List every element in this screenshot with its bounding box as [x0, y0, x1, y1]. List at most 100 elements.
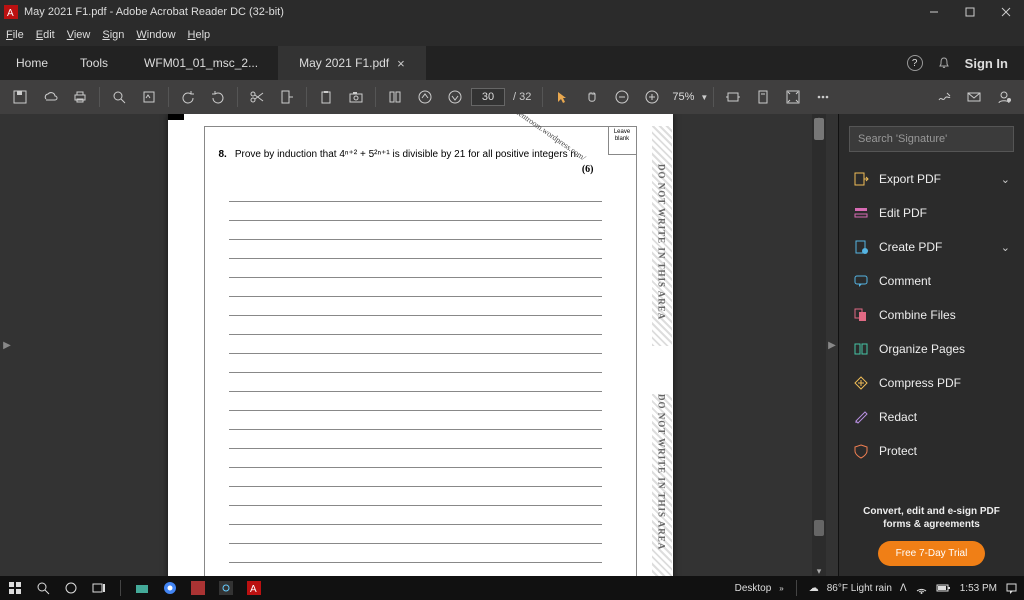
- tool-protect[interactable]: Protect: [839, 434, 1024, 468]
- sign-icon[interactable]: [930, 83, 958, 111]
- chevron-icon[interactable]: »: [779, 584, 783, 593]
- chrome-taskbar-icon[interactable]: [159, 577, 181, 599]
- app-taskbar-icon[interactable]: [215, 577, 237, 599]
- tool-export-pdf[interactable]: Export PDF ⌄: [839, 162, 1024, 196]
- page-total: / 32: [513, 91, 531, 103]
- menu-window[interactable]: Window: [136, 29, 175, 41]
- file-tab-2[interactable]: May 2021 F1.pdf ×: [279, 46, 426, 80]
- print-icon[interactable]: [66, 83, 94, 111]
- camera-icon[interactable]: [342, 83, 370, 111]
- undo-icon[interactable]: [174, 83, 202, 111]
- scrollbar-track[interactable]: ▴ ▾: [812, 114, 826, 576]
- file-tab-2-label: May 2021 F1.pdf: [299, 56, 389, 70]
- page-up-icon[interactable]: [411, 83, 439, 111]
- acrobat-taskbar-icon[interactable]: A: [243, 577, 265, 599]
- stamp-icon[interactable]: [135, 83, 163, 111]
- tool-comment[interactable]: Comment: [839, 264, 1024, 298]
- search-taskbar-icon[interactable]: [32, 577, 54, 599]
- page-break-icon[interactable]: [273, 83, 301, 111]
- scrollbar-thumb[interactable]: [814, 118, 824, 140]
- select-tool-icon[interactable]: [548, 83, 576, 111]
- organize-icon: [853, 341, 869, 357]
- save-icon[interactable]: [6, 83, 34, 111]
- cortana-icon[interactable]: [60, 577, 82, 599]
- search-icon[interactable]: [105, 83, 133, 111]
- wifi-icon[interactable]: [915, 582, 928, 595]
- page-down-icon[interactable]: [441, 83, 469, 111]
- search-input[interactable]: Search 'Signature': [849, 126, 1014, 152]
- start-icon[interactable]: [4, 577, 26, 599]
- answer-lines: [205, 175, 636, 576]
- weather-icon[interactable]: ☁: [809, 583, 819, 594]
- svg-text:A: A: [7, 8, 14, 19]
- share-icon[interactable]: [990, 83, 1018, 111]
- redact-icon: [853, 409, 869, 425]
- window-title: May 2021 F1.pdf - Adobe Acrobat Reader D…: [22, 6, 916, 18]
- cloud-icon[interactable]: [36, 83, 64, 111]
- combine-icon: [853, 307, 869, 323]
- menu-view[interactable]: View: [67, 29, 91, 41]
- pages-icon[interactable]: [381, 83, 409, 111]
- tool-label: Export PDF: [879, 172, 941, 186]
- envelope-icon[interactable]: [960, 83, 988, 111]
- task-view-icon[interactable]: [88, 577, 110, 599]
- scissors-icon[interactable]: [243, 83, 271, 111]
- zoom-in-icon[interactable]: [638, 83, 666, 111]
- close-tab-icon[interactable]: ×: [397, 56, 405, 71]
- export-pdf-icon: [853, 171, 869, 187]
- notification-icon[interactable]: [1005, 582, 1018, 595]
- do-not-write-label: DO NOT WRITE IN THIS AREA: [657, 394, 667, 550]
- clock[interactable]: 1:53 PM: [960, 583, 997, 594]
- maximize-button[interactable]: [952, 0, 988, 24]
- redo-icon[interactable]: [204, 83, 232, 111]
- tool-redact[interactable]: Redact: [839, 400, 1024, 434]
- workspace: ▶ DO NOT WRITE IN THIS AREA DO NOT WRITE…: [0, 114, 1024, 576]
- fit-width-icon[interactable]: [719, 83, 747, 111]
- tool-organize-pages[interactable]: Organize Pages: [839, 332, 1024, 366]
- do-not-write-label: DO NOT WRITE IN THIS AREA: [657, 164, 667, 320]
- tools-tab[interactable]: Tools: [64, 46, 124, 80]
- zoom-dropdown-icon[interactable]: ▼: [700, 93, 708, 102]
- right-panel-handle[interactable]: ▶: [826, 114, 838, 576]
- tool-compress-pdf[interactable]: Compress PDF: [839, 366, 1024, 400]
- page-number-input[interactable]: [471, 88, 505, 106]
- fullscreen-icon[interactable]: [779, 83, 807, 111]
- footer-text: Convert, edit and e-sign PDF forms & agr…: [849, 505, 1014, 531]
- desktop-toolbar[interactable]: Desktop: [735, 583, 772, 594]
- help-icon[interactable]: ?: [907, 55, 923, 71]
- zoom-out-icon[interactable]: [608, 83, 636, 111]
- home-tab[interactable]: Home: [0, 46, 64, 80]
- menu-sign[interactable]: Sign: [102, 29, 124, 41]
- minimize-button[interactable]: [916, 0, 952, 24]
- search-placeholder: Search 'Signature': [858, 133, 947, 145]
- menu-file[interactable]: File: [6, 29, 24, 41]
- clipboard-icon[interactable]: [312, 83, 340, 111]
- close-button[interactable]: [988, 0, 1024, 24]
- tool-edit-pdf[interactable]: Edit PDF: [839, 196, 1024, 230]
- scrollbar-thumb[interactable]: [814, 520, 824, 536]
- tray-chevron-icon[interactable]: ᐱ: [900, 583, 907, 594]
- scroll-down-icon[interactable]: ▾: [814, 566, 824, 576]
- free-trial-button[interactable]: Free 7-Day Trial: [878, 541, 986, 566]
- document-viewport[interactable]: DO NOT WRITE IN THIS AREA DO NOT WRITE I…: [14, 114, 826, 576]
- tool-combine-files[interactable]: Combine Files: [839, 298, 1024, 332]
- leave-blank-box: Leave blank: [608, 127, 636, 155]
- tools-list: Export PDF ⌄ Edit PDF Create PDF ⌄ Comme…: [839, 162, 1024, 495]
- left-panel-handle[interactable]: ▶: [0, 114, 14, 576]
- bell-icon[interactable]: [937, 56, 951, 70]
- fit-page-icon[interactable]: [749, 83, 777, 111]
- hand-tool-icon[interactable]: [578, 83, 606, 111]
- menu-help[interactable]: Help: [188, 29, 211, 41]
- tool-create-pdf[interactable]: Create PDF ⌄: [839, 230, 1024, 264]
- file-tab-1[interactable]: WFM01_01_msc_2...: [124, 46, 279, 80]
- sign-in-button[interactable]: Sign In: [965, 56, 1008, 71]
- zoom-level: 75%: [672, 91, 694, 103]
- weather-text[interactable]: 86°F Light rain: [827, 583, 892, 594]
- explorer-taskbar-icon[interactable]: [131, 577, 153, 599]
- more-icon[interactable]: [809, 83, 837, 111]
- svg-text:A: A: [250, 584, 257, 595]
- menu-edit[interactable]: Edit: [36, 29, 55, 41]
- tab-bar: Home Tools WFM01_01_msc_2... May 2021 F1…: [0, 46, 1024, 80]
- battery-icon[interactable]: [936, 583, 952, 593]
- app-taskbar-icon[interactable]: [187, 577, 209, 599]
